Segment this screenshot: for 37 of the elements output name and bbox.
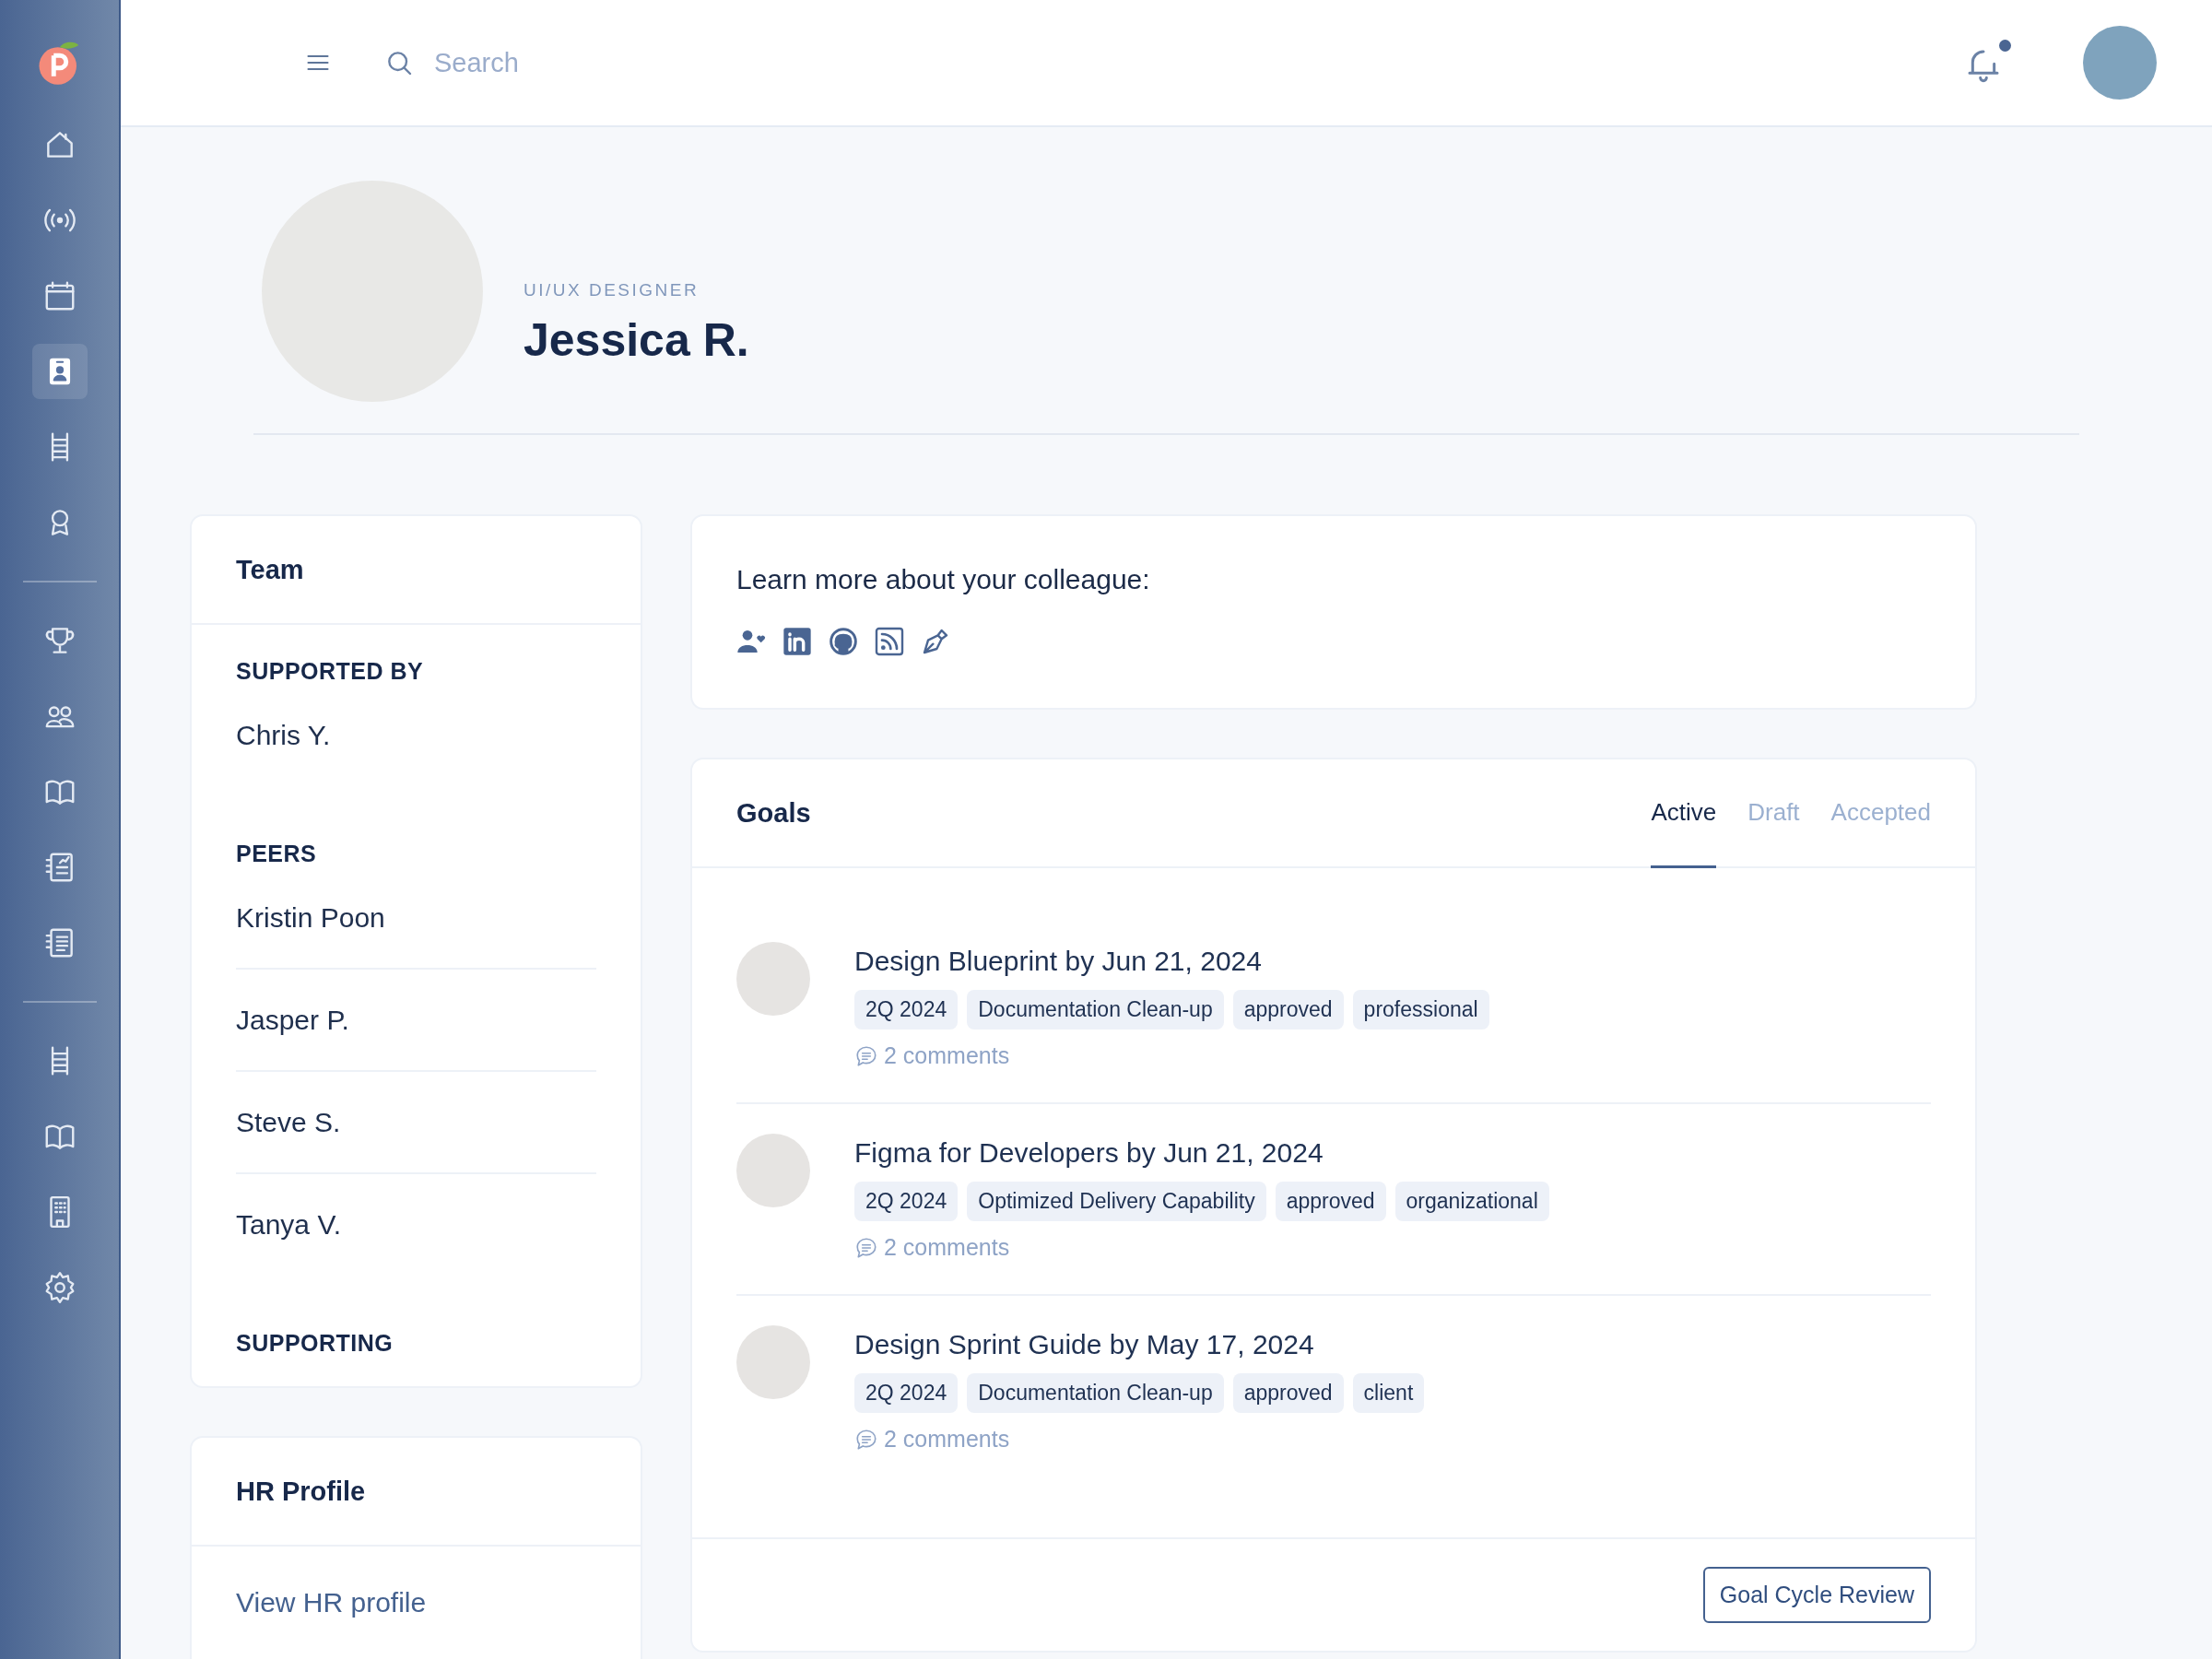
goal-tag: approved: [1275, 1182, 1386, 1221]
goal-tag: approved: [1232, 990, 1344, 1030]
goal-tag: organizational: [1394, 1182, 1549, 1221]
card-title: HR Profile: [236, 1476, 366, 1507]
person-name[interactable]: Jasper P.: [236, 970, 596, 1072]
search-field[interactable]: Search: [432, 46, 805, 79]
person-name[interactable]: Kristin Poon: [236, 867, 596, 970]
person-name[interactable]: Steve S.: [236, 1072, 596, 1174]
goal-tag: 2Q 2024: [854, 1373, 959, 1413]
colleague-prompt: Learn more about your colleague:: [736, 564, 1151, 595]
goal-tag: client: [1352, 1373, 1425, 1413]
profile-name: Jessica R.: [524, 313, 749, 367]
linkedin-icon[interactable]: [782, 627, 812, 656]
goal-cycle-review-button[interactable]: Goal Cycle Review: [1702, 1567, 1931, 1623]
card-title: Team: [236, 554, 304, 585]
section-heading: SUPPORTING: [236, 1330, 394, 1357]
goal-tag: approved: [1232, 1373, 1344, 1413]
goal-title[interactable]: Figma for Developers by Jun 21, 2024: [854, 1137, 1549, 1169]
person-name[interactable]: Tanya V.: [236, 1174, 596, 1275]
job-title: UI/UX DESIGNER: [524, 280, 700, 300]
goal-tag: Documentation Clean-up: [967, 990, 1224, 1030]
goal-tag: Documentation Clean-up: [967, 1373, 1224, 1413]
card-title: Goals: [736, 797, 811, 829]
goal-tag: professional: [1352, 990, 1489, 1030]
goal-title[interactable]: Design Blueprint by Jun 21, 2024: [854, 946, 1489, 977]
pen-nib-icon[interactable]: [921, 627, 950, 656]
goal-tag: Optimized Delivery Capability: [967, 1182, 1266, 1221]
section-heading: SUPPORTED BY: [236, 658, 425, 685]
hr-profile-link[interactable]: View HR profile: [236, 1587, 427, 1618]
goal-tag: 2Q 2024: [854, 990, 959, 1030]
person-name[interactable]: Chris Y.: [236, 685, 596, 785]
goal-tag: 2Q 2024: [854, 1182, 959, 1221]
goal-title[interactable]: Design Sprint Guide by May 17, 2024: [854, 1329, 1425, 1360]
goal-tab[interactable]: Active: [1651, 759, 1717, 868]
section-heading: PEERS: [236, 841, 318, 867]
rss-icon[interactable]: [875, 627, 904, 656]
sidebar-item[interactable]: [31, 344, 88, 399]
